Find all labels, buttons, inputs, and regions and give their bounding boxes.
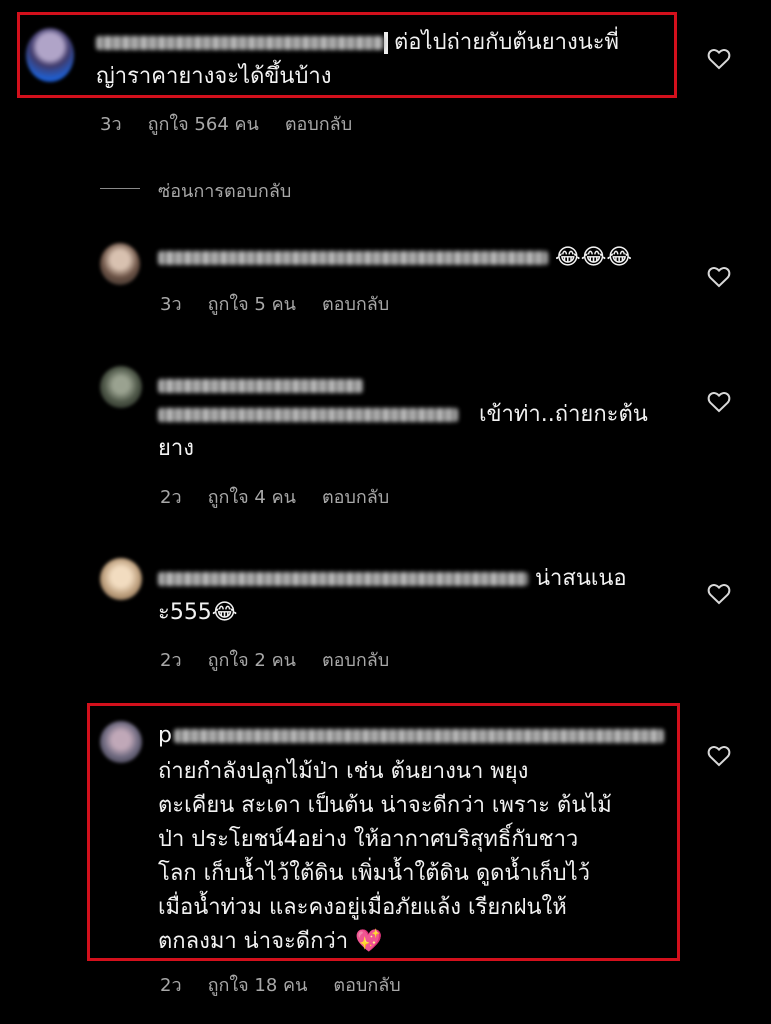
timestamp: 2ว <box>160 650 182 671</box>
comment-meta: 2ว ถูกใจ 4 คน ตอบกลับ <box>160 482 415 511</box>
username-blurred[interactable] <box>158 572 528 586</box>
hide-replies-button[interactable]: ซ่อนการตอบกลับ <box>158 176 291 205</box>
comment-body: น่าสนเนอ ะ555😂 <box>158 562 678 630</box>
username-blurred[interactable] <box>173 729 664 743</box>
like-count[interactable]: ถูกใจ 18 คน <box>208 970 308 999</box>
comment-text: ยาง <box>158 436 194 461</box>
comment-text: ตะเคียน สะเดา เป็นต้น น่าจะดีกว่า เพราะ … <box>158 793 612 818</box>
heart-outline-icon[interactable] <box>707 48 731 70</box>
comment-body: ถ่ายกำลังปลูกไม้ป่า เช่น ต้นยางนา พยุง ต… <box>158 755 678 959</box>
comment-text: โลก เก็บน้ำไว้ใต้ดิน เพิ่มน้ำใต้ดิน ดูดน… <box>158 861 591 886</box>
avatar[interactable] <box>100 243 140 285</box>
comment-body: p <box>158 719 678 753</box>
like-count[interactable]: ถูกใจ 564 คน <box>148 109 259 138</box>
comment-text: ป่า ประโยชน์4อย่าง ให้อากาศบริสุทธิ์กับช… <box>158 827 579 852</box>
comment-text: 😂😂😂 <box>555 245 633 270</box>
username-prefix: p <box>158 723 172 748</box>
timestamp: 2ว <box>160 975 182 996</box>
comment-meta: 2ว ถูกใจ 18 คน ตอบกลับ <box>160 970 427 999</box>
username-blurred[interactable] <box>158 408 458 422</box>
reply-button[interactable]: ตอบกลับ <box>333 970 400 999</box>
avatar[interactable] <box>26 28 74 82</box>
like-count[interactable]: ถูกใจ 5 คน <box>208 289 296 318</box>
heart-outline-icon[interactable] <box>707 583 731 605</box>
comment-meta: 2ว ถูกใจ 2 คน ตอบกลับ <box>160 645 415 674</box>
comment-meta: 3ว ถูกใจ 5 คน ตอบกลับ <box>160 289 415 318</box>
reply-button[interactable]: ตอบกลับ <box>322 645 389 674</box>
comment-text: ตกลงมา น่าจะดีกว่า 💖 <box>158 929 383 954</box>
comment-text: เมื่อน้ำท่วม และคงอยู่เมื่อภัยแล้ง เรียก… <box>158 895 567 920</box>
comment-text: ญ่าราคายางจะได้ขึ้นบ้าง <box>96 64 332 89</box>
comment-text: ต่อไปถ่ายกับต้นยางนะพี่ <box>394 30 620 55</box>
hide-replies-line <box>100 188 140 189</box>
timestamp: 3ว <box>100 114 122 135</box>
comment-text: น่าสนเนอ <box>535 566 627 591</box>
timestamp: 3ว <box>160 294 182 315</box>
username-blurred[interactable] <box>96 36 384 50</box>
reply-button[interactable]: ตอบกลับ <box>322 482 389 511</box>
comment-body: เข้าท่า..ถ่ายกะต้น ยาง <box>158 398 678 466</box>
like-count[interactable]: ถูกใจ 2 คน <box>208 645 296 674</box>
comment-body: ต่อไปถ่ายกับต้นยางนะพี่ ญ่าราคายางจะได้ข… <box>96 26 666 94</box>
like-count[interactable]: ถูกใจ 4 คน <box>208 482 296 511</box>
comment-text: ะ555😂 <box>158 600 238 625</box>
heart-outline-icon[interactable] <box>707 266 731 288</box>
avatar[interactable] <box>100 721 142 763</box>
heart-outline-icon[interactable] <box>707 391 731 413</box>
username-blurred[interactable] <box>158 375 363 394</box>
reply-button[interactable]: ตอบกลับ <box>285 109 352 138</box>
timestamp: 2ว <box>160 487 182 508</box>
comment-body: 😂😂😂 <box>158 241 678 275</box>
heart-outline-icon[interactable] <box>707 745 731 767</box>
comment-text: เข้าท่า..ถ่ายกะต้น <box>479 402 648 427</box>
avatar[interactable] <box>100 558 142 600</box>
comment-meta: 3ว ถูกใจ 564 คน ตอบกลับ <box>100 109 378 138</box>
reply-button[interactable]: ตอบกลับ <box>322 289 389 318</box>
comment-text: ถ่ายกำลังปลูกไม้ป่า เช่น ต้นยางนา พยุง <box>158 759 529 784</box>
avatar[interactable] <box>100 366 142 408</box>
username-blurred[interactable] <box>158 251 548 265</box>
